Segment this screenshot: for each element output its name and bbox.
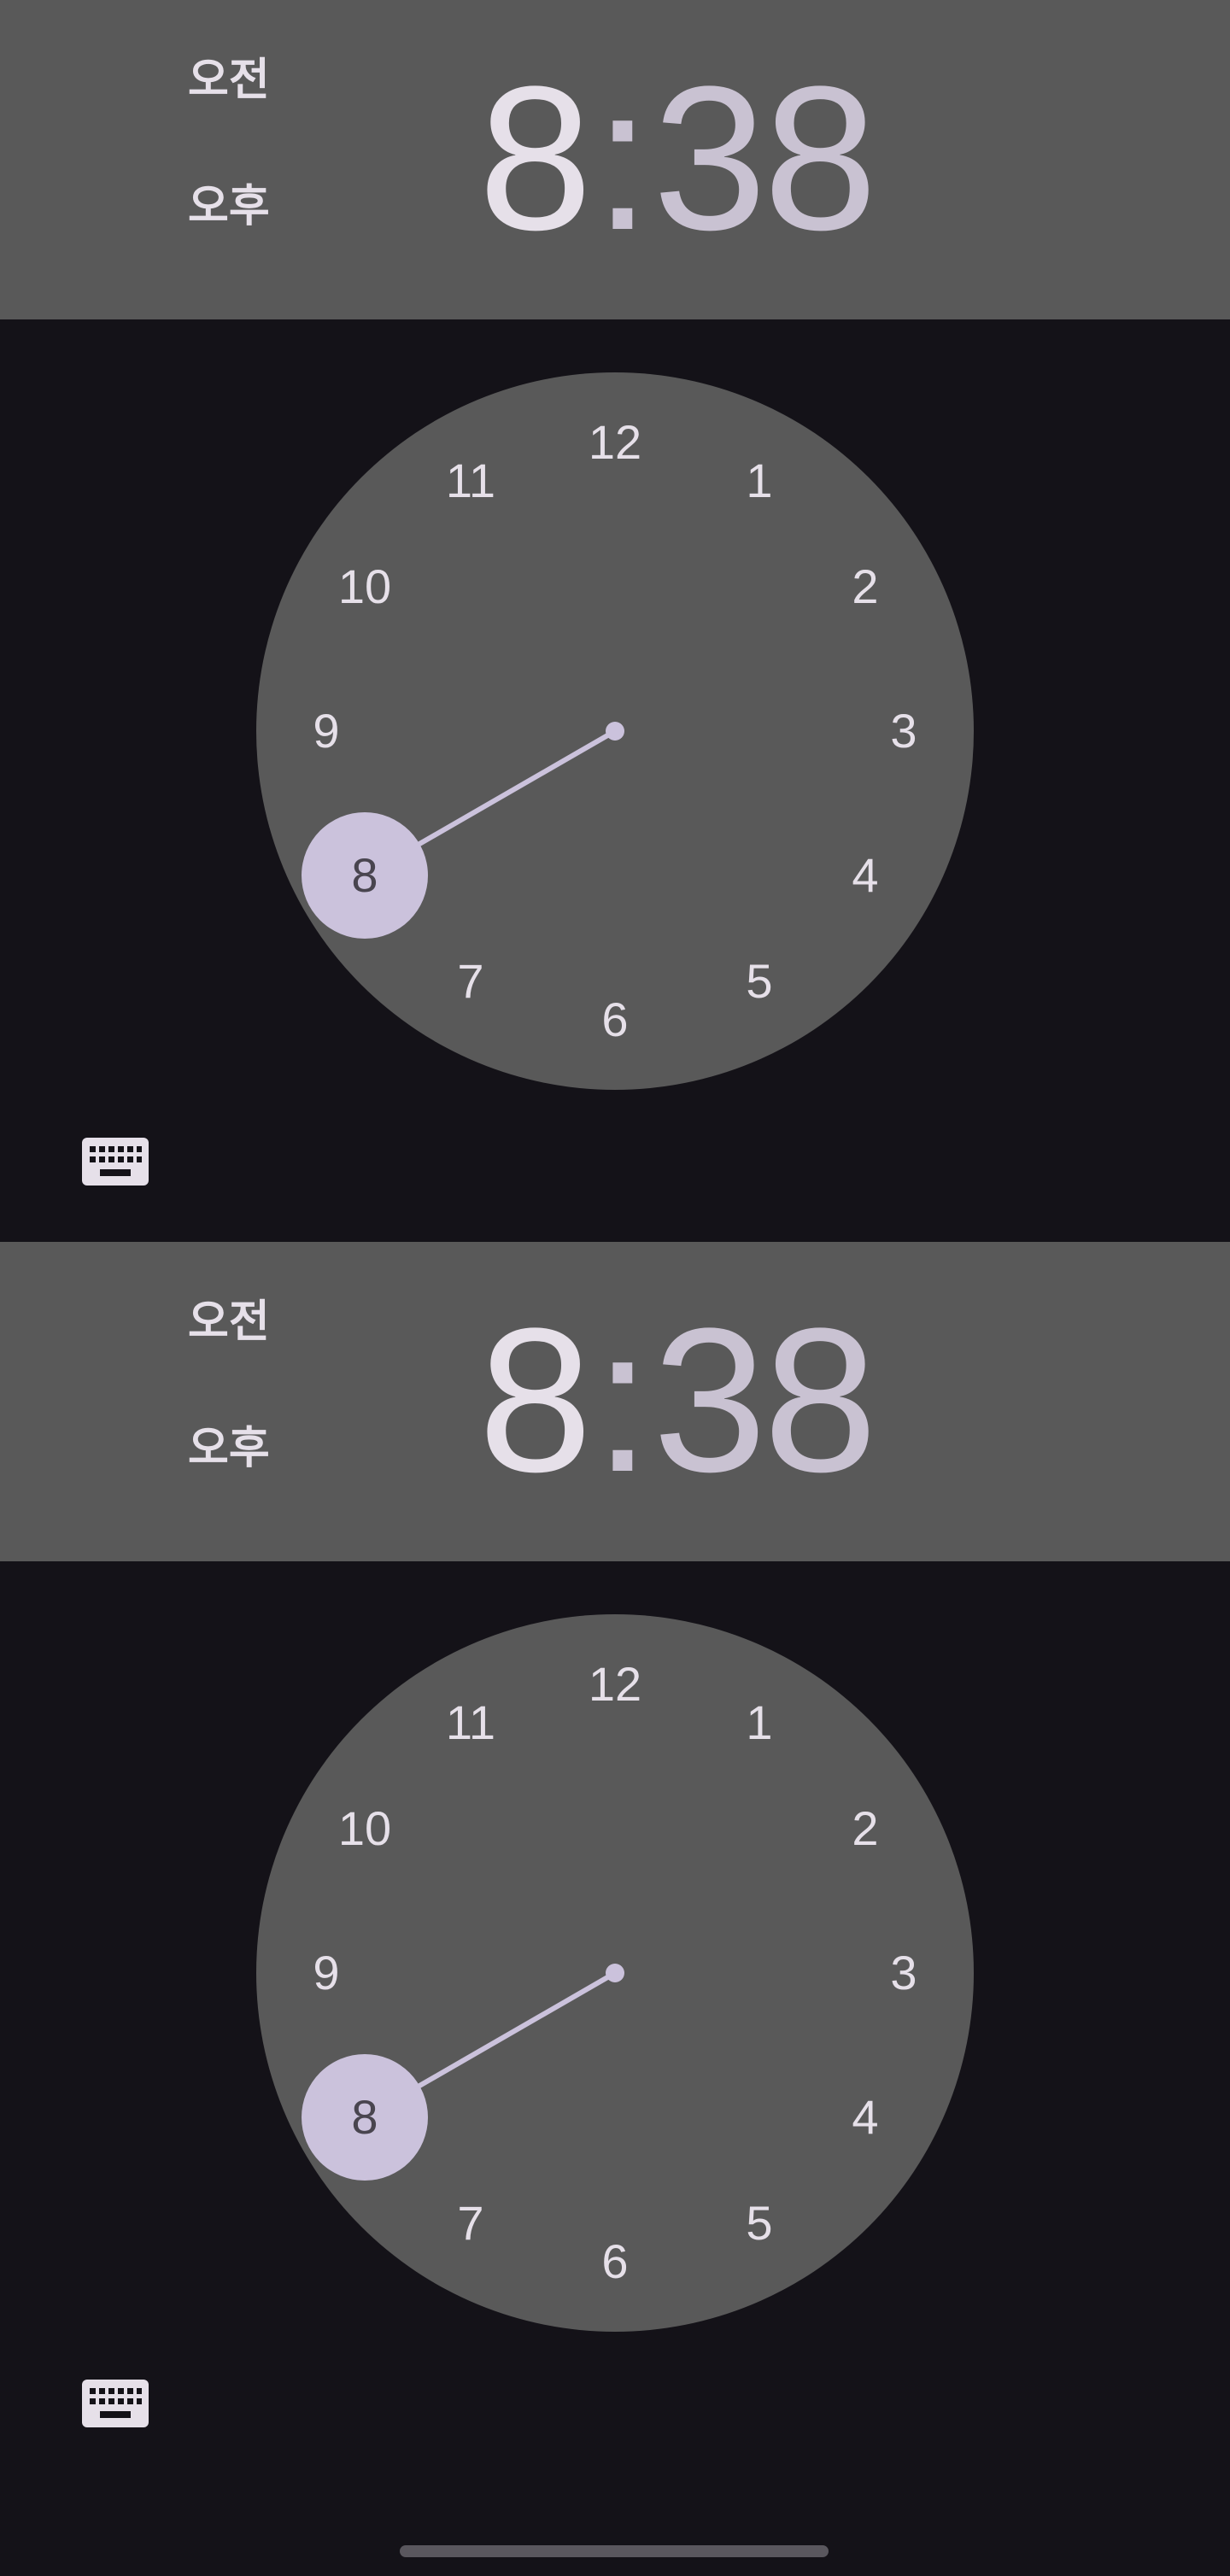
time-separator: : bbox=[594, 44, 651, 272]
time-header: 오전 오후 8 : 38 bbox=[0, 1242, 1230, 1561]
dial-number-9[interactable]: 9 bbox=[284, 1930, 369, 2016]
dial-number-12[interactable]: 12 bbox=[572, 1642, 658, 1727]
dial-number-8[interactable]: 8 bbox=[322, 833, 407, 918]
pm-toggle[interactable]: 오후 bbox=[188, 1423, 270, 1474]
dial-number-12[interactable]: 12 bbox=[572, 400, 658, 485]
dial-number-2[interactable]: 2 bbox=[823, 1786, 908, 1871]
time-separator: : bbox=[594, 1285, 651, 1514]
dial-number-10[interactable]: 10 bbox=[322, 544, 407, 629]
dial-number-6[interactable]: 6 bbox=[572, 2219, 658, 2304]
minute-display[interactable]: 38 bbox=[653, 34, 877, 282]
gesture-navigation-handle[interactable] bbox=[400, 2545, 829, 2557]
pm-toggle[interactable]: 오후 bbox=[188, 181, 270, 232]
dial-number-3[interactable]: 3 bbox=[861, 688, 946, 774]
time-display: 8 : 38 bbox=[478, 1276, 877, 1524]
time-display: 8 : 38 bbox=[478, 34, 877, 282]
clock-center-dot bbox=[606, 722, 624, 741]
dial-number-7[interactable]: 7 bbox=[428, 2181, 513, 2266]
am-toggle[interactable]: 오전 bbox=[188, 1297, 270, 1348]
dial-number-9[interactable]: 9 bbox=[284, 688, 369, 774]
dial-number-4[interactable]: 4 bbox=[823, 2075, 908, 2160]
am-toggle[interactable]: 오전 bbox=[188, 55, 270, 106]
dial-number-3[interactable]: 3 bbox=[861, 1930, 946, 2016]
dial-number-4[interactable]: 4 bbox=[823, 833, 908, 918]
clock-dial[interactable]: 12 1 2 3 4 5 6 7 8 9 10 11 bbox=[256, 372, 974, 1090]
dial-number-11[interactable]: 11 bbox=[428, 438, 513, 524]
time-picker-1: 오전 오후 8 : 38 12 1 2 3 4 5 6 7 8 9 10 11 bbox=[0, 0, 1230, 1242]
dial-number-2[interactable]: 2 bbox=[823, 544, 908, 629]
dial-number-6[interactable]: 6 bbox=[572, 977, 658, 1063]
dial-number-8[interactable]: 8 bbox=[322, 2075, 407, 2160]
minute-display[interactable]: 38 bbox=[653, 1276, 877, 1524]
clock-center-dot bbox=[606, 1964, 624, 1982]
clock-dial[interactable]: 12 1 2 3 4 5 6 7 8 9 10 11 bbox=[256, 1614, 974, 2332]
keyboard-icon[interactable] bbox=[82, 2380, 149, 2427]
dial-number-7[interactable]: 7 bbox=[428, 939, 513, 1024]
dial-number-5[interactable]: 5 bbox=[717, 2181, 802, 2266]
dial-number-1[interactable]: 1 bbox=[717, 1680, 802, 1765]
dial-number-11[interactable]: 11 bbox=[428, 1680, 513, 1765]
time-header: 오전 오후 8 : 38 bbox=[0, 0, 1230, 319]
hour-display[interactable]: 8 bbox=[478, 1276, 592, 1524]
dial-number-10[interactable]: 10 bbox=[322, 1786, 407, 1871]
dial-number-5[interactable]: 5 bbox=[717, 939, 802, 1024]
keyboard-icon[interactable] bbox=[82, 1138, 149, 1186]
hour-display[interactable]: 8 bbox=[478, 34, 592, 282]
dial-number-1[interactable]: 1 bbox=[717, 438, 802, 524]
time-picker-2: 오전 오후 8 : 38 12 1 2 3 4 5 6 7 8 9 10 11 bbox=[0, 1242, 1230, 2484]
